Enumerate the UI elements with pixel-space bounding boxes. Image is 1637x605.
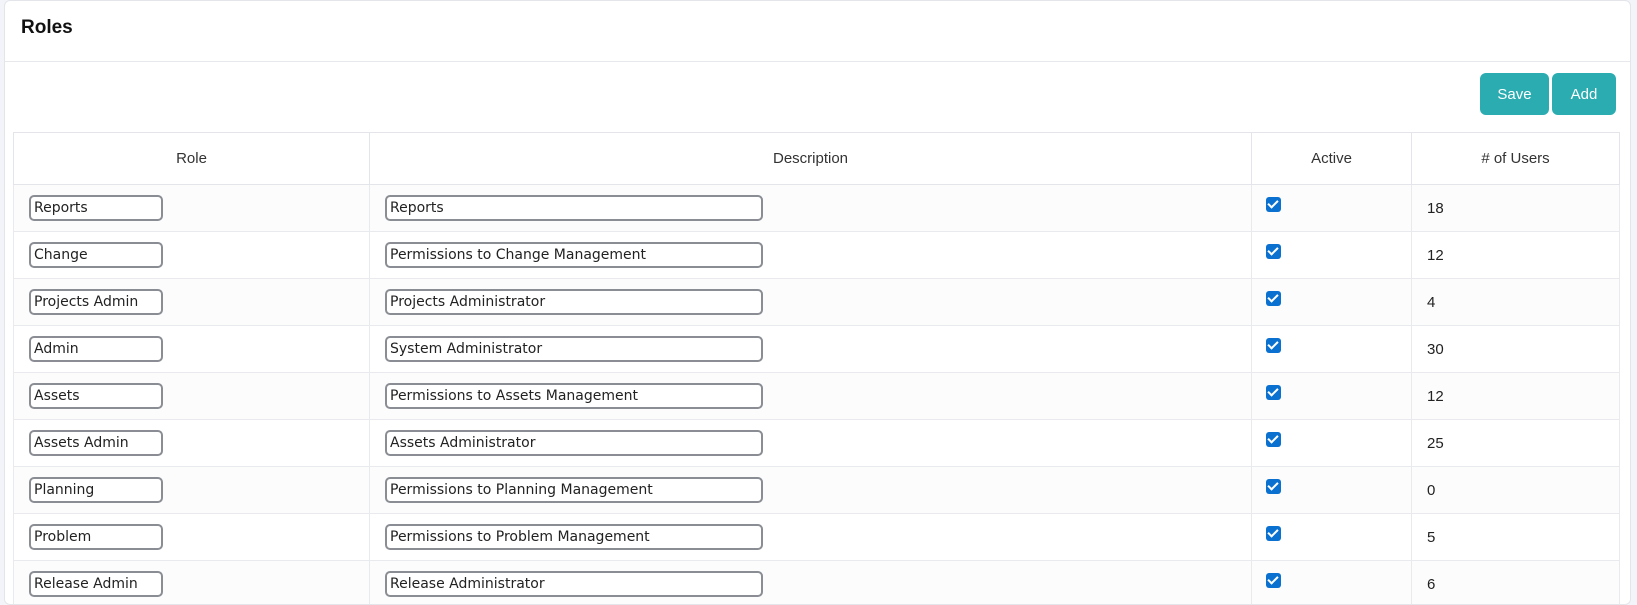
table-header-row: Role Description Active # of Users bbox=[13, 132, 1620, 185]
page-title: Roles bbox=[21, 17, 73, 38]
description-cell bbox=[369, 513, 1252, 561]
role-description-input[interactable] bbox=[385, 477, 763, 503]
description-cell bbox=[369, 278, 1252, 326]
role-name-input[interactable] bbox=[29, 195, 163, 221]
description-cell bbox=[369, 419, 1252, 467]
user-count: 18 bbox=[1411, 184, 1620, 232]
role-name-input[interactable] bbox=[29, 524, 163, 550]
user-count: 5 bbox=[1411, 513, 1620, 561]
description-cell bbox=[369, 466, 1252, 514]
role-name-input[interactable] bbox=[29, 430, 163, 456]
role-cell bbox=[13, 184, 370, 232]
table-row: 4 bbox=[13, 278, 1620, 326]
role-description-input[interactable] bbox=[385, 289, 763, 315]
active-checkbox[interactable] bbox=[1266, 338, 1281, 353]
role-name-input[interactable] bbox=[29, 477, 163, 503]
active-cell bbox=[1251, 419, 1412, 467]
column-header-role[interactable]: Role bbox=[13, 132, 370, 185]
column-header-users[interactable]: # of Users bbox=[1411, 132, 1620, 185]
table-row: 18 bbox=[13, 184, 1620, 232]
description-cell bbox=[369, 184, 1252, 232]
role-cell bbox=[13, 278, 370, 326]
table-row: 12 bbox=[13, 372, 1620, 420]
role-cell bbox=[13, 372, 370, 420]
description-cell bbox=[369, 560, 1252, 604]
role-description-input[interactable] bbox=[385, 242, 763, 268]
role-cell bbox=[13, 231, 370, 279]
active-checkbox[interactable] bbox=[1266, 244, 1281, 259]
role-name-input[interactable] bbox=[29, 571, 163, 597]
roles-table-body: 18124301225056 bbox=[13, 184, 1620, 604]
active-checkbox[interactable] bbox=[1266, 526, 1281, 541]
table-row: 12 bbox=[13, 231, 1620, 279]
role-cell bbox=[13, 513, 370, 561]
role-description-input[interactable] bbox=[385, 571, 763, 597]
user-count: 30 bbox=[1411, 325, 1620, 373]
active-cell bbox=[1251, 466, 1412, 514]
active-checkbox[interactable] bbox=[1266, 291, 1281, 306]
toolbar: Save Add bbox=[1480, 73, 1616, 115]
role-name-input[interactable] bbox=[29, 336, 163, 362]
role-cell bbox=[13, 466, 370, 514]
role-name-input[interactable] bbox=[29, 289, 163, 315]
active-cell bbox=[1251, 325, 1412, 373]
user-count: 12 bbox=[1411, 231, 1620, 279]
active-cell bbox=[1251, 560, 1412, 604]
user-count: 12 bbox=[1411, 372, 1620, 420]
table-row: 0 bbox=[13, 466, 1620, 514]
role-cell bbox=[13, 325, 370, 373]
roles-table-container: Role Description Active # of Users 18124… bbox=[13, 132, 1620, 604]
user-count: 0 bbox=[1411, 466, 1620, 514]
role-description-input[interactable] bbox=[385, 383, 763, 409]
active-cell bbox=[1251, 231, 1412, 279]
role-cell bbox=[13, 560, 370, 604]
user-count: 25 bbox=[1411, 419, 1620, 467]
role-description-input[interactable] bbox=[385, 195, 763, 221]
description-cell bbox=[369, 231, 1252, 279]
description-cell bbox=[369, 325, 1252, 373]
description-cell bbox=[369, 372, 1252, 420]
user-count: 4 bbox=[1411, 278, 1620, 326]
active-cell bbox=[1251, 372, 1412, 420]
active-checkbox[interactable] bbox=[1266, 479, 1281, 494]
column-header-description[interactable]: Description bbox=[369, 132, 1252, 185]
column-header-active[interactable]: Active bbox=[1251, 132, 1412, 185]
active-cell bbox=[1251, 513, 1412, 561]
add-button[interactable]: Add bbox=[1552, 73, 1616, 115]
active-cell bbox=[1251, 184, 1412, 232]
roles-table: Role Description Active # of Users 18124… bbox=[13, 132, 1620, 604]
active-checkbox[interactable] bbox=[1266, 432, 1281, 447]
active-cell bbox=[1251, 278, 1412, 326]
active-checkbox[interactable] bbox=[1266, 573, 1281, 588]
role-description-input[interactable] bbox=[385, 430, 763, 456]
active-checkbox[interactable] bbox=[1266, 197, 1281, 212]
table-row: 30 bbox=[13, 325, 1620, 373]
table-row: 6 bbox=[13, 560, 1620, 604]
table-row: 25 bbox=[13, 419, 1620, 467]
table-row: 5 bbox=[13, 513, 1620, 561]
role-name-input[interactable] bbox=[29, 383, 163, 409]
role-name-input[interactable] bbox=[29, 242, 163, 268]
role-cell bbox=[13, 419, 370, 467]
panel-header: Roles bbox=[5, 1, 1630, 62]
roles-panel: Roles Save Add Role Description Active #… bbox=[4, 0, 1631, 605]
user-count: 6 bbox=[1411, 560, 1620, 604]
active-checkbox[interactable] bbox=[1266, 385, 1281, 400]
save-button[interactable]: Save bbox=[1480, 73, 1549, 115]
role-description-input[interactable] bbox=[385, 336, 763, 362]
role-description-input[interactable] bbox=[385, 524, 763, 550]
